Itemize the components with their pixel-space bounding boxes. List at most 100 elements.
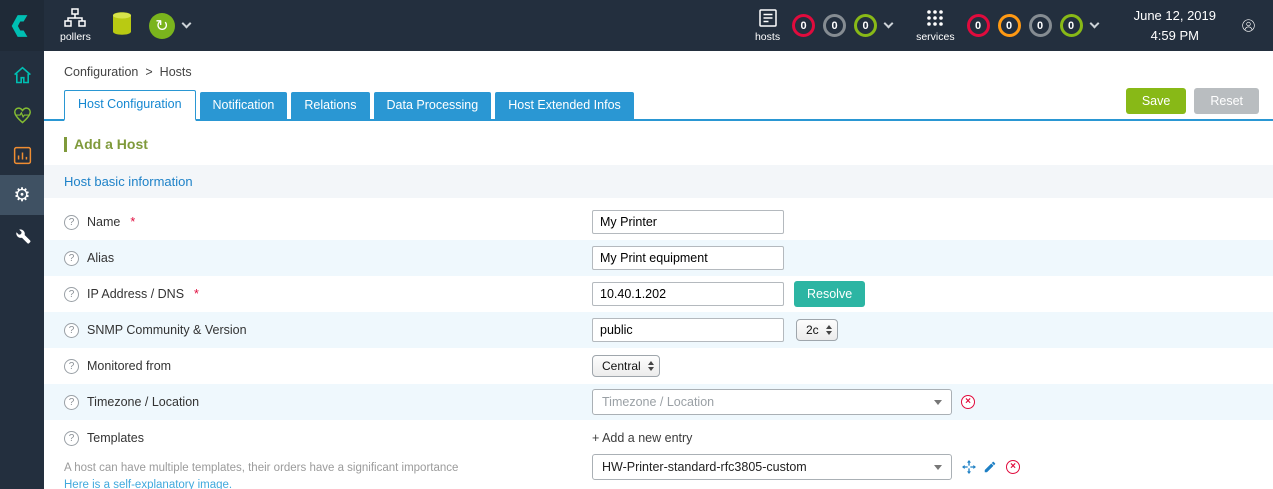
timezone-placeholder: Timezone / Location (602, 395, 715, 409)
timezone-select[interactable]: Timezone / Location (592, 389, 952, 415)
sidebar-item-reporting[interactable] (0, 135, 44, 175)
template-entry: HW-Printer-standard-rfc3805-custom × (592, 454, 1020, 480)
monitored-from-label: Monitored from (87, 359, 172, 373)
sidebar-item-administration[interactable] (0, 215, 44, 255)
form-actions: Save Reset (1125, 88, 1259, 114)
hosts-unreachable-counter[interactable]: 0 (823, 14, 847, 37)
pollers-label: pollers (60, 31, 91, 43)
templates-help-text: A host can have multiple templates, thei… (64, 462, 459, 474)
template-move-icon[interactable] (961, 459, 977, 475)
snmp-label-group: ? SNMP Community & Version (64, 322, 592, 338)
timezone-clear-icon[interactable]: × (961, 395, 975, 409)
centreon-logo[interactable] (0, 0, 44, 51)
user-avatar[interactable] (1242, 10, 1273, 41)
centreon-logo-icon (11, 14, 28, 37)
snmp-version-select[interactable]: 2c (796, 319, 838, 341)
sidebar-item-monitoring[interactable] (0, 95, 44, 135)
templates-help-link[interactable]: Here is a self-explanatory image. (64, 479, 232, 489)
user-icon (1242, 19, 1255, 32)
required-mark: * (194, 287, 199, 301)
form-row-alias: ? Alias (44, 240, 1273, 276)
breadcrumb-configuration[interactable]: Configuration (64, 65, 138, 79)
tab-bar: Host Configuration Notification Relation… (44, 88, 1273, 121)
form-row-ip: ? IP Address / DNS * Resolve (44, 276, 1273, 312)
form-row-timezone: ? Timezone / Location Timezone / Locatio… (44, 384, 1273, 420)
alias-label: Alias (87, 251, 115, 265)
services-ok-counter[interactable]: 0 (1059, 14, 1083, 37)
breadcrumb-separator: > (145, 65, 153, 79)
sidebar-item-configuration[interactable]: ⚙ (0, 175, 44, 215)
hosts-down-counter[interactable]: 0 (792, 14, 816, 37)
name-input[interactable] (592, 210, 784, 234)
tab-host-configuration[interactable]: Host Configuration (64, 90, 196, 121)
hosts-chevron-down-icon[interactable] (883, 18, 894, 29)
services-warning-counter[interactable]: 0 (997, 14, 1021, 37)
centreon-app: pollers ↻ hosts 0 0 0 services 0 0 0 0 J… (0, 0, 1273, 489)
timezone-label-group: ? Timezone / Location (64, 394, 592, 410)
help-icon[interactable]: ? (64, 358, 79, 374)
section-header: Host basic information (44, 165, 1273, 198)
form-row-monitored-from: ? Monitored from Central (44, 348, 1273, 384)
form-row-templates: ? Templates A host can have multiple tem… (44, 420, 1273, 489)
snmp-label: SNMP Community & Version (87, 323, 247, 337)
page-title: Add a Host (64, 136, 1273, 152)
database-icon (112, 11, 131, 35)
chevron-down-icon[interactable] (181, 18, 192, 29)
name-label: Name (87, 215, 121, 229)
save-button[interactable]: Save (1125, 88, 1187, 114)
help-icon[interactable]: ? (64, 214, 79, 230)
hosts-menu[interactable]: hosts (755, 8, 780, 43)
help-icon[interactable]: ? (64, 394, 79, 410)
services-menu[interactable]: services (916, 8, 955, 43)
alias-input[interactable] (592, 246, 784, 270)
help-icon[interactable]: ? (64, 322, 79, 338)
monitored-from-value: Central (602, 359, 641, 373)
resolve-button[interactable]: Resolve (794, 281, 866, 307)
tab-data-processing[interactable]: Data Processing (373, 92, 492, 119)
help-icon[interactable]: ? (64, 286, 79, 302)
ip-input[interactable] (592, 282, 784, 306)
snmp-version-value: 2c (806, 323, 819, 337)
template-select[interactable]: HW-Printer-standard-rfc3805-custom (592, 454, 952, 480)
sync-status-icon[interactable]: ↻ (148, 12, 175, 39)
template-value: HW-Printer-standard-rfc3805-custom (602, 460, 807, 474)
hosts-label: hosts (754, 31, 781, 43)
database-status[interactable] (111, 11, 133, 41)
sidebar-item-home[interactable] (0, 55, 44, 95)
services-unknown-counter[interactable]: 0 (1028, 14, 1052, 37)
ip-label: IP Address / DNS (87, 287, 185, 301)
snmp-community-input[interactable] (592, 318, 784, 342)
dropdown-arrow-icon (934, 464, 942, 470)
services-critical-counter[interactable]: 0 (966, 14, 990, 37)
chart-icon (13, 146, 31, 164)
pollers-icon (64, 8, 87, 27)
template-edit-icon[interactable] (983, 460, 997, 474)
reset-button[interactable]: Reset (1194, 88, 1259, 114)
template-remove-icon[interactable]: × (1006, 460, 1020, 474)
main-content: Configuration > Hosts Host Configuration… (44, 51, 1273, 489)
tab-relations[interactable]: Relations (291, 92, 370, 119)
timezone-label: Timezone / Location (87, 395, 200, 409)
form-row-snmp: ? SNMP Community & Version 2c (44, 312, 1273, 348)
help-icon[interactable]: ? (64, 430, 79, 446)
clock-time: 4:59 PM (1150, 27, 1199, 43)
topbar: pollers ↻ hosts 0 0 0 services 0 0 0 0 J… (0, 0, 1273, 51)
service-counters: 0 0 0 0 (966, 14, 1083, 37)
help-icon[interactable]: ? (64, 250, 79, 266)
clock-date: June 12, 2019 (1133, 8, 1216, 23)
tab-notification[interactable]: Notification (199, 92, 288, 119)
clock: June 12, 2019 4:59 PM (1134, 6, 1216, 45)
breadcrumb-hosts[interactable]: Hosts (160, 65, 192, 79)
services-label: services (916, 31, 955, 43)
services-chevron-down-icon[interactable] (1089, 18, 1100, 29)
add-template-link[interactable]: + Add a new entry (592, 431, 1020, 445)
tab-host-extended-infos[interactable]: Host Extended Infos (495, 92, 634, 119)
topbar-right: hosts 0 0 0 services 0 0 0 0 June 12, 20… (755, 6, 1273, 45)
monitored-from-select[interactable]: Central (592, 355, 660, 377)
gear-icon: ⚙ (13, 184, 31, 206)
title-bar-decoration (64, 136, 67, 152)
hosts-up-counter[interactable]: 0 (854, 14, 878, 37)
pollers-menu[interactable]: pollers (60, 8, 91, 43)
templates-label: Templates (87, 431, 144, 445)
templates-label-group: ? Templates A host can have multiple tem… (64, 425, 592, 489)
